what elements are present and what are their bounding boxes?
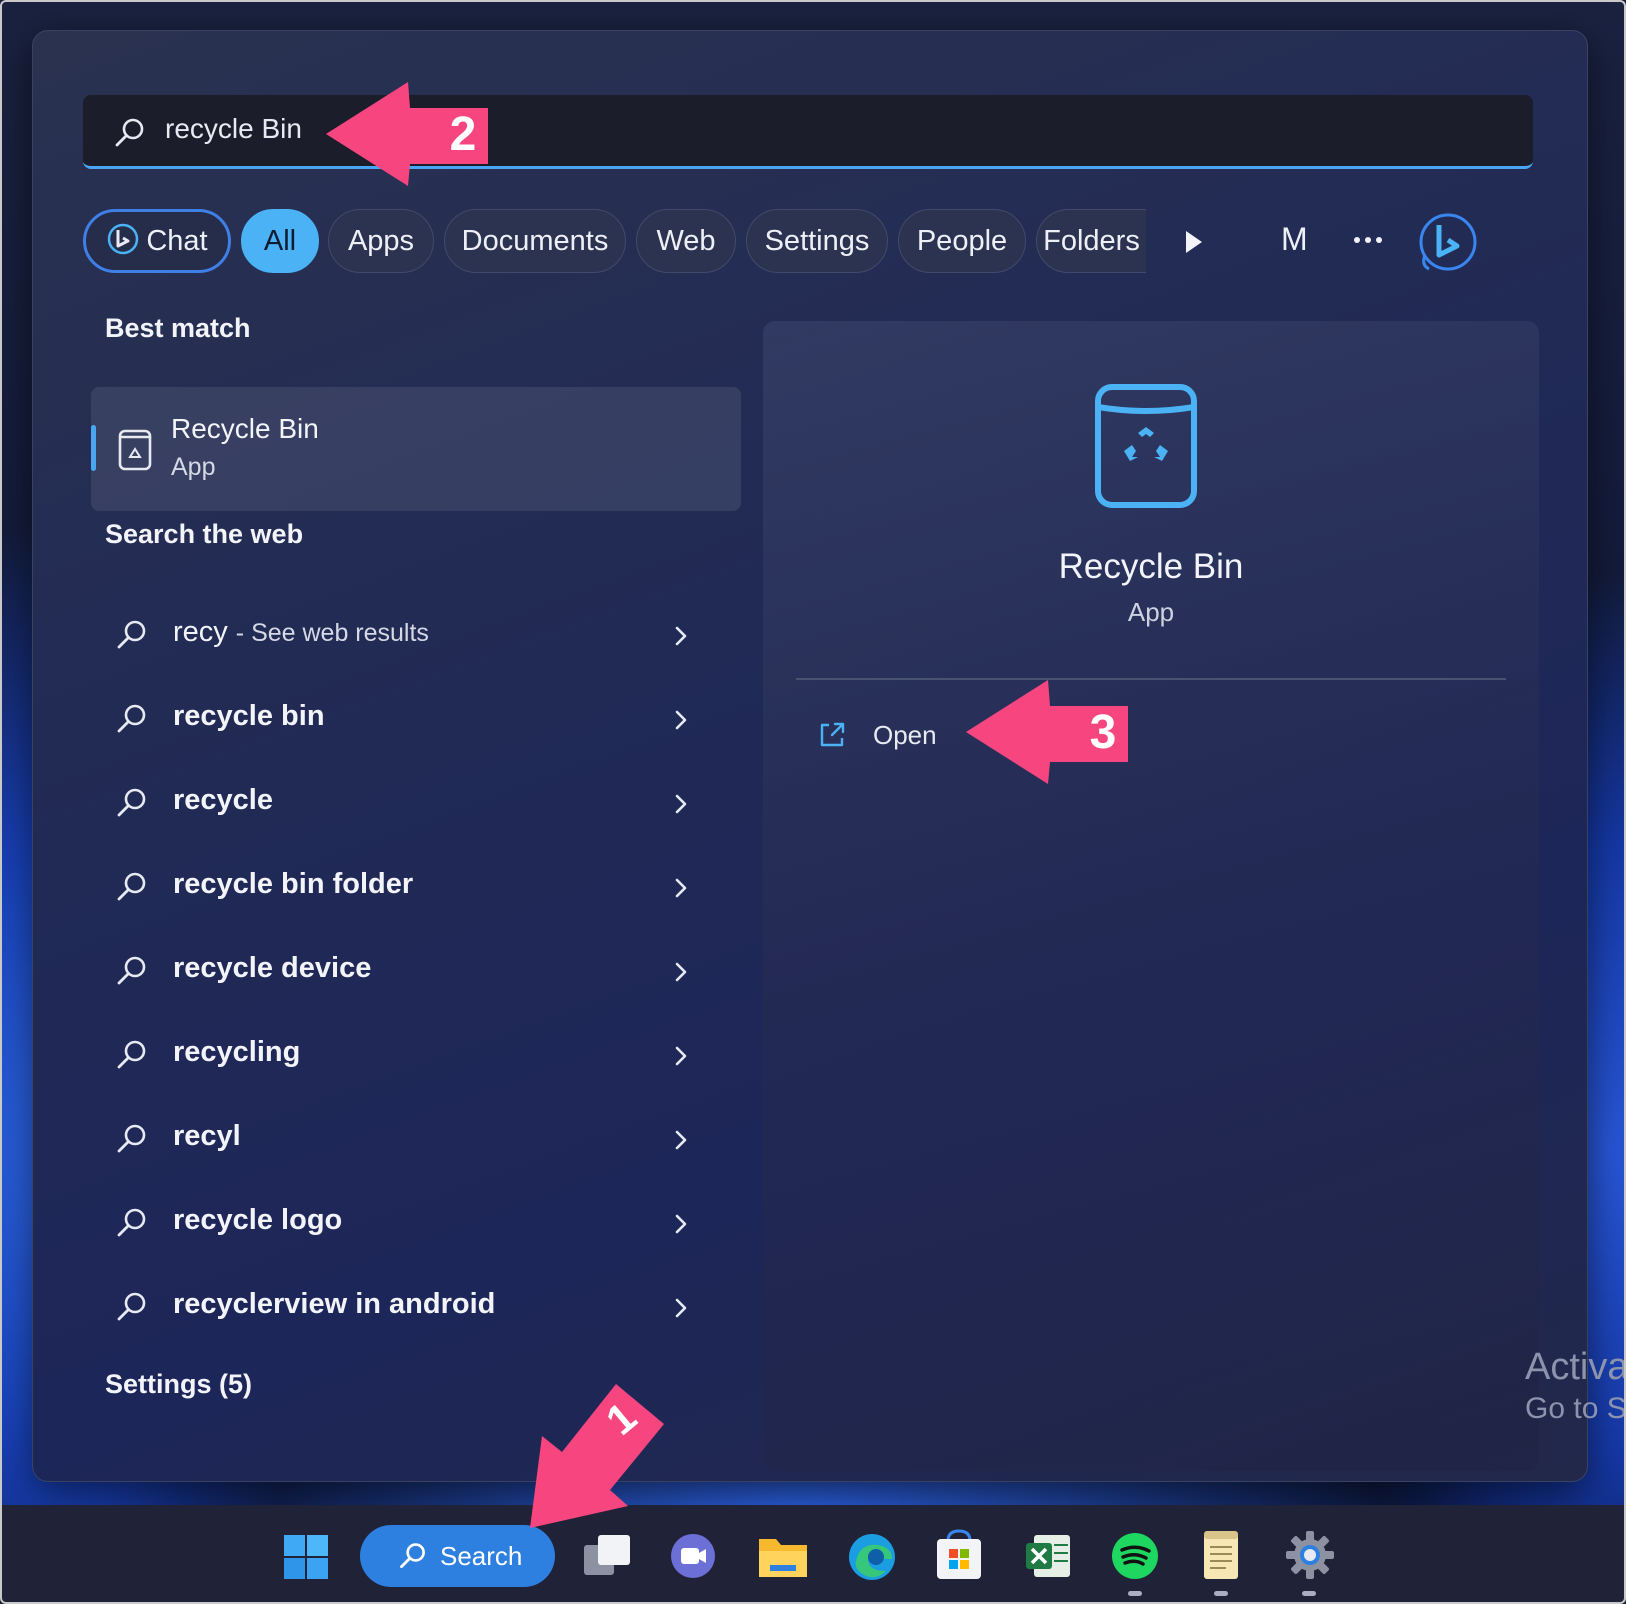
- filter-chat[interactable]: Chat: [83, 209, 231, 273]
- teams-chat-icon[interactable]: [668, 1531, 718, 1581]
- annotation-arrow-1: 1: [520, 1378, 670, 1538]
- running-indicator: [1302, 1591, 1316, 1596]
- windows-start-icon[interactable]: [282, 1533, 330, 1581]
- web-result-label: recyl: [173, 1120, 241, 1153]
- running-indicator: [1128, 1591, 1142, 1596]
- search-icon: [115, 1038, 149, 1072]
- chevron-right-icon: [671, 1294, 691, 1322]
- best-match-result[interactable]: Recycle Bin App: [91, 387, 741, 511]
- excel-icon[interactable]: [1024, 1531, 1074, 1581]
- detail-pane: Recycle Bin App Open: [763, 321, 1539, 1471]
- bing-icon[interactable]: [1417, 211, 1479, 273]
- annotation-arrow-3: 3: [960, 676, 1135, 788]
- search-icon: [398, 1541, 428, 1571]
- best-match-title: Recycle Bin: [171, 413, 319, 445]
- chevron-right-icon: [671, 1210, 691, 1238]
- more-options-icon[interactable]: [1353, 235, 1383, 245]
- search-icon: [115, 786, 149, 820]
- task-view-icon[interactable]: [582, 1533, 632, 1579]
- web-result-label: recy: [173, 616, 228, 648]
- filter-all[interactable]: All: [241, 209, 319, 273]
- web-result-label: recycle bin: [173, 700, 325, 733]
- running-indicator: [1214, 1591, 1228, 1596]
- filter-settings[interactable]: Settings: [746, 209, 888, 273]
- settings-icon[interactable]: [1284, 1529, 1336, 1581]
- open-external-icon: [817, 720, 847, 750]
- web-result-item[interactable]: recyl: [91, 1100, 741, 1184]
- scroll-right-icon[interactable]: [1183, 229, 1205, 255]
- watermark-line-1: Activa: [1525, 1345, 1626, 1391]
- annotation-number-2: 2: [450, 108, 477, 161]
- web-result-label: recycle bin folder: [173, 868, 413, 901]
- recycle-bin-icon: [115, 427, 155, 471]
- filter-people[interactable]: People: [898, 209, 1026, 273]
- search-panel: recycle Bin Chat All Apps Documents Web …: [32, 30, 1588, 1482]
- web-result-label: recycle logo: [173, 1204, 342, 1237]
- watermark-line-2: Go to S: [1525, 1391, 1626, 1427]
- search-icon: [115, 1122, 149, 1156]
- web-result-label: recycling: [173, 1036, 300, 1069]
- web-result-label: recyclerview in android: [173, 1288, 495, 1321]
- taskbar-search-label: Search: [440, 1525, 522, 1587]
- file-explorer-icon[interactable]: [756, 1531, 810, 1581]
- filter-folders[interactable]: Folders: [1036, 209, 1146, 273]
- detail-title: Recycle Bin: [763, 547, 1539, 587]
- annotation-number-3: 3: [1090, 706, 1117, 759]
- settings-section-heading[interactable]: Settings (5): [105, 1369, 252, 1400]
- chevron-right-icon: [671, 622, 691, 650]
- activation-watermark: Activa Go to S: [1525, 1345, 1626, 1427]
- recycle-bin-large-icon: [1088, 381, 1204, 511]
- chevron-right-icon: [671, 706, 691, 734]
- search-icon: [115, 618, 149, 652]
- search-query-text: recycle Bin: [165, 113, 302, 145]
- notepad-icon[interactable]: [1200, 1527, 1244, 1583]
- taskbar: Search: [0, 1505, 1626, 1604]
- web-result-item[interactable]: recycle device: [91, 932, 741, 1016]
- web-result-item[interactable]: recyclerview in android: [91, 1268, 741, 1352]
- search-icon: [113, 116, 147, 150]
- edge-icon[interactable]: [846, 1531, 898, 1583]
- web-result-item[interactable]: recycle bin folder: [91, 848, 741, 932]
- detail-subtitle: App: [763, 597, 1539, 628]
- filter-documents[interactable]: Documents: [444, 209, 626, 273]
- filter-chat-label: Chat: [146, 225, 207, 257]
- detail-divider: [796, 678, 1506, 680]
- search-icon: [115, 870, 149, 904]
- chevron-right-icon: [671, 1126, 691, 1154]
- microsoft-store-icon[interactable]: [934, 1529, 984, 1583]
- web-result-suffix: - See web results: [236, 619, 429, 647]
- annotation-arrow-2: 2: [320, 78, 495, 190]
- selection-indicator: [91, 425, 96, 471]
- bing-chat-icon: [106, 222, 140, 256]
- search-icon: [115, 702, 149, 736]
- web-result-item[interactable]: recycle logo: [91, 1184, 741, 1268]
- chevron-right-icon: [671, 874, 691, 902]
- account-avatar[interactable]: M: [1281, 221, 1308, 258]
- best-match-heading: Best match: [105, 313, 251, 344]
- search-icon: [115, 1206, 149, 1240]
- open-label: Open: [873, 720, 937, 751]
- filter-web[interactable]: Web: [636, 209, 736, 273]
- search-web-heading: Search the web: [105, 519, 303, 550]
- search-input[interactable]: recycle Bin: [83, 95, 1533, 169]
- filter-bar: Chat All Apps Documents Web Settings Peo…: [83, 209, 1543, 275]
- web-result-label: recycle: [173, 784, 273, 817]
- chevron-right-icon: [671, 1042, 691, 1070]
- web-results-list: recy - See web results recycle bin recycl…: [91, 596, 741, 1352]
- web-result-label: recycle device: [173, 952, 371, 985]
- search-icon: [115, 954, 149, 988]
- web-result-item[interactable]: recy - See web results: [91, 596, 741, 680]
- filter-apps[interactable]: Apps: [328, 209, 434, 273]
- best-match-subtitle: App: [171, 453, 215, 482]
- web-result-item[interactable]: recycle: [91, 764, 741, 848]
- chevron-right-icon: [671, 958, 691, 986]
- spotify-icon[interactable]: [1110, 1531, 1160, 1581]
- web-result-item[interactable]: recycle bin: [91, 680, 741, 764]
- search-icon: [115, 1290, 149, 1324]
- web-result-item[interactable]: recycling: [91, 1016, 741, 1100]
- chevron-right-icon: [671, 790, 691, 818]
